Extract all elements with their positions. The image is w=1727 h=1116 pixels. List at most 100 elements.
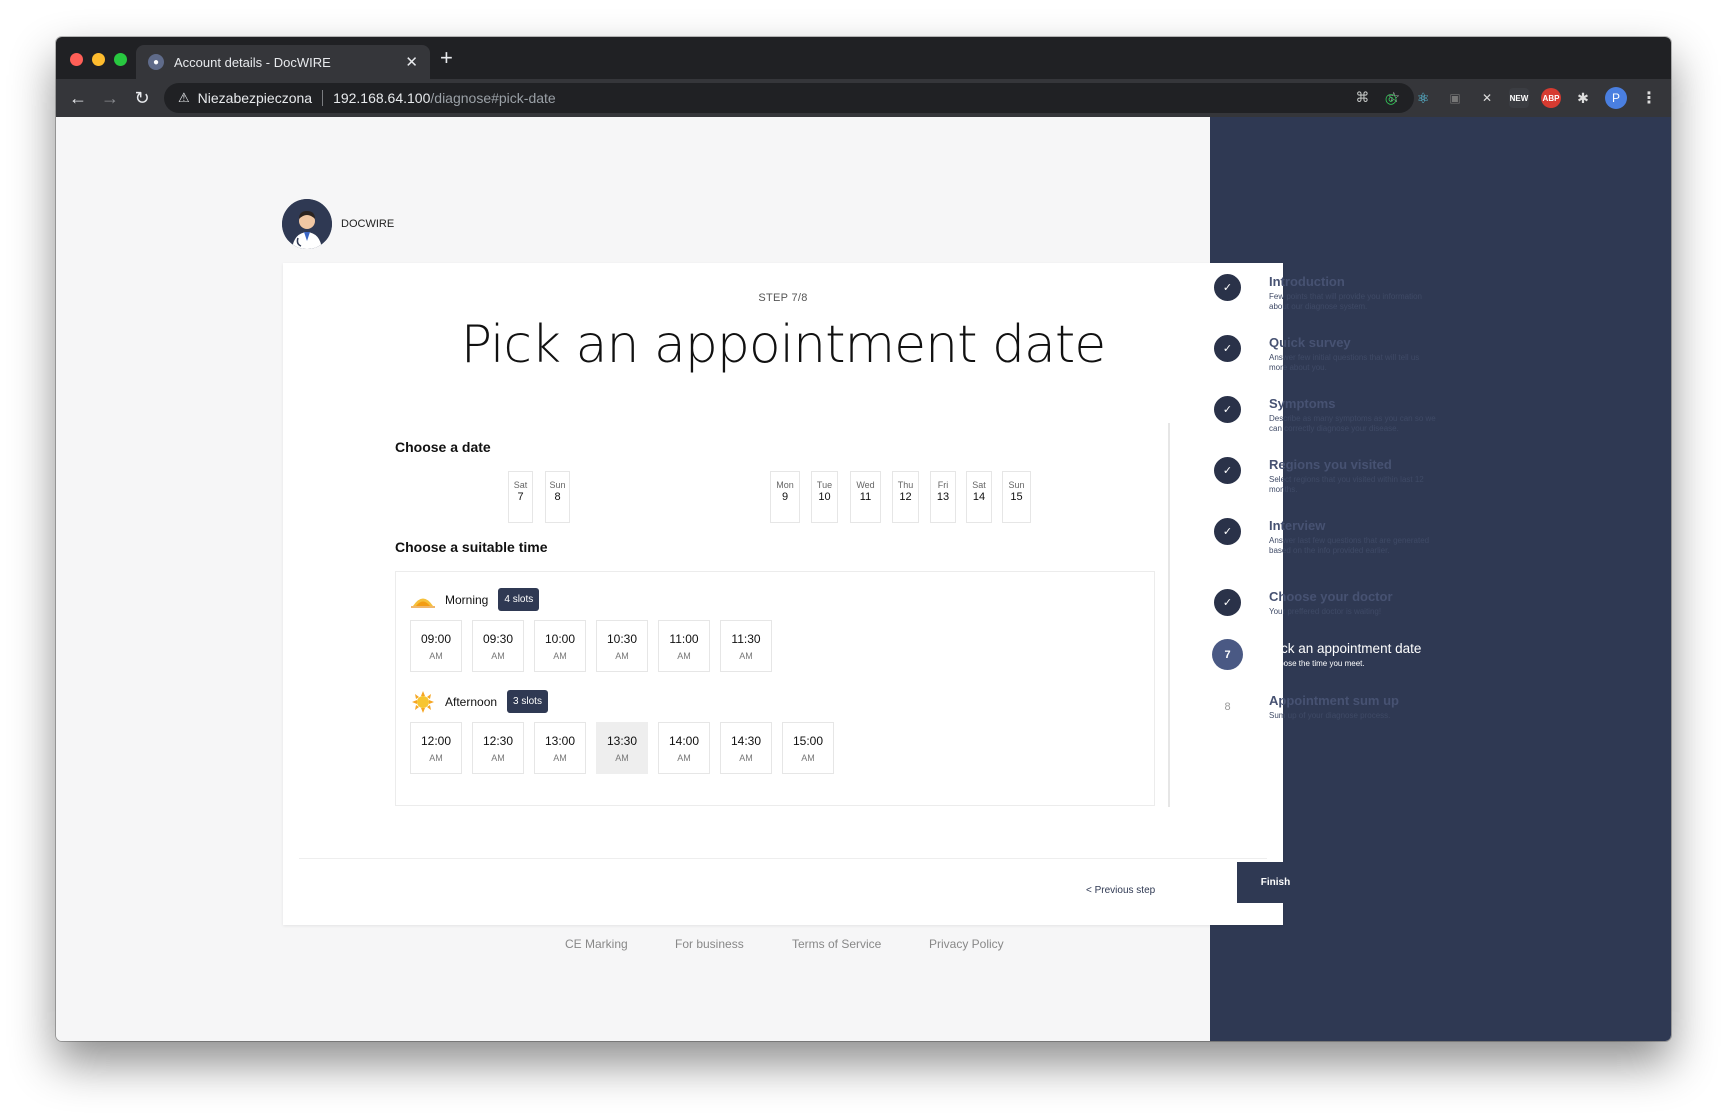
- docwire-favicon-icon: ●: [148, 54, 164, 70]
- date-heading: Choose a date: [395, 439, 491, 455]
- footer-link-terms[interactable]: Terms of Service: [792, 937, 881, 951]
- step-item-regions[interactable]: ✓ Regions you visited Select regions tha…: [1212, 455, 1499, 495]
- morning-group: Morning 4 slots: [410, 588, 540, 611]
- finish-button[interactable]: Finish: [1237, 862, 1314, 903]
- window-controls: [70, 53, 127, 66]
- morning-label: Morning: [445, 592, 489, 607]
- slot-meridiem: AM: [677, 753, 691, 763]
- slot-time: 13:00: [544, 734, 576, 748]
- minimize-window-button[interactable]: [92, 53, 105, 66]
- menu-dots-icon[interactable]: ⋮: [1639, 88, 1659, 108]
- translate-icon[interactable]: ⌘: [1355, 89, 1369, 106]
- time-slot[interactable]: 10:00 AM: [534, 620, 586, 672]
- footer-link-ce-marking[interactable]: CE Marking: [565, 937, 628, 951]
- profile-avatar[interactable]: P: [1605, 87, 1627, 109]
- time-slot[interactable]: 14:00 AM: [658, 722, 710, 774]
- new-extension-icon[interactable]: NEW: [1509, 88, 1529, 108]
- date-option[interactable]: Sun 15: [1002, 471, 1031, 523]
- time-slot[interactable]: 12:00 AM: [410, 722, 462, 774]
- slot-time: 14:30: [730, 734, 762, 748]
- date-day-name: Sat: [972, 480, 986, 490]
- slot-meridiem: AM: [615, 753, 629, 763]
- time-slot[interactable]: 09:00 AM: [410, 620, 462, 672]
- extensions-puzzle-icon[interactable]: ✱: [1573, 88, 1593, 108]
- time-slot[interactable]: 13:00 AM: [534, 722, 586, 774]
- step-description: Describe as many symptoms as you can so …: [1269, 414, 1436, 433]
- time-slot[interactable]: 09:30 AM: [472, 620, 524, 672]
- check-icon: ✓: [1212, 394, 1243, 425]
- step-title: Appointment sum up: [1269, 693, 1399, 708]
- time-slot[interactable]: 11:30 AM: [720, 620, 772, 672]
- time-slot[interactable]: 12:30 AM: [472, 722, 524, 774]
- time-slot[interactable]: 14:30 AM: [720, 722, 772, 774]
- green-circle-extension-icon[interactable]: ◎: [1381, 88, 1401, 108]
- previous-step-link[interactable]: < Previous step: [1086, 885, 1155, 896]
- date-option[interactable]: Thu 12: [892, 471, 919, 523]
- step-item-quick-survey[interactable]: ✓ Quick survey Answer few initial questi…: [1212, 333, 1499, 373]
- security-status[interactable]: Niezabezpieczona: [198, 90, 312, 106]
- date-day-name: Sat: [513, 480, 528, 490]
- tab-close-icon[interactable]: ✕: [405, 53, 418, 71]
- step-description: Select regions that you visited within l…: [1269, 475, 1424, 494]
- browser-tab[interactable]: ● Account details - DocWIRE ✕: [136, 45, 430, 79]
- date-day-number: 14: [972, 491, 986, 503]
- step-number-marker: 8: [1212, 691, 1243, 722]
- slot-time: 09:00: [420, 632, 452, 646]
- x-extension-icon[interactable]: ✕: [1477, 88, 1497, 108]
- address-bar[interactable]: ⚠ Niezabezpieczona 192.168.64.100/diagno…: [164, 83, 1414, 113]
- time-slot[interactable]: 10:30 AM: [596, 620, 648, 672]
- step-description: Few points that will provide you informa…: [1269, 292, 1422, 311]
- slot-meridiem: AM: [429, 651, 443, 661]
- window-extension-icon[interactable]: ▣: [1445, 88, 1465, 108]
- new-tab-button[interactable]: +: [440, 46, 453, 70]
- check-icon: ✓: [1212, 587, 1243, 618]
- time-heading: Choose a suitable time: [395, 539, 548, 555]
- footer-link-for-business[interactable]: For business: [675, 937, 744, 951]
- slot-time: 11:00: [669, 632, 699, 646]
- step-description: Answer last few questions that are gener…: [1269, 536, 1430, 555]
- footer-divider: [299, 858, 1267, 859]
- step-item-symptoms[interactable]: ✓ Symptoms Describe as many symptoms as …: [1212, 394, 1499, 434]
- tab-bar: ● Account details - DocWIRE ✕ +: [56, 37, 1671, 79]
- date-day-number: 12: [899, 491, 912, 503]
- brand[interactable]: DOCWIRE: [282, 199, 394, 249]
- step-item-introduction[interactable]: ✓ Introduction Few points that will prov…: [1212, 272, 1499, 312]
- back-arrow-icon[interactable]: ←: [62, 88, 94, 109]
- slot-meridiem: AM: [739, 753, 753, 763]
- date-option[interactable]: Fri 13: [930, 471, 956, 523]
- reload-icon[interactable]: ↻: [126, 88, 158, 109]
- time-slot[interactable]: 15:00 AM: [782, 722, 834, 774]
- forward-arrow-icon[interactable]: →: [94, 88, 126, 109]
- step-number-marker: 7: [1212, 639, 1243, 670]
- step-item-interview[interactable]: ✓ Interview Answer last few questions th…: [1212, 516, 1499, 556]
- step-item-choose-doctor[interactable]: ✓ Choose your doctor Your preffered doct…: [1212, 587, 1499, 618]
- date-option[interactable]: Wed 11: [850, 471, 881, 523]
- date-option[interactable]: Mon 9: [770, 471, 800, 523]
- step-title: Pick an appointment date: [1269, 641, 1422, 656]
- step-title: Choose your doctor: [1269, 589, 1393, 604]
- step-title: Symptoms: [1269, 396, 1336, 411]
- check-icon: ✓: [1212, 516, 1243, 547]
- slot-time: 14:00: [668, 734, 700, 748]
- address-separator: [322, 90, 324, 106]
- react-devtools-icon[interactable]: ⚛: [1413, 88, 1433, 108]
- close-window-button[interactable]: [70, 53, 83, 66]
- step-title: Introduction: [1269, 274, 1345, 289]
- step-item-pick-date[interactable]: 7 Pick an appointment date Choose the ti…: [1212, 639, 1499, 670]
- date-option[interactable]: Sun 8: [545, 471, 570, 523]
- date-option[interactable]: Sat 7: [508, 471, 533, 523]
- wizard-card: STEP 7/8 Pick an appointment date Choose…: [283, 263, 1314, 925]
- slot-time: 12:00: [420, 734, 452, 748]
- slot-time: 11:30: [731, 632, 761, 646]
- date-option[interactable]: Sat 14: [966, 471, 992, 523]
- warning-icon[interactable]: ⚠: [178, 90, 190, 106]
- adblock-plus-icon[interactable]: ABP: [1541, 88, 1561, 108]
- time-slot-selected[interactable]: 13:30 AM: [596, 722, 648, 774]
- step-item-sum-up[interactable]: 8 Appointment sum up Sum up of your diag…: [1212, 691, 1499, 722]
- date-option[interactable]: Tue 10: [811, 471, 838, 523]
- maximize-window-button[interactable]: [114, 53, 127, 66]
- footer-link-privacy[interactable]: Privacy Policy: [929, 937, 1004, 951]
- brand-name: DOCWIRE: [341, 218, 395, 230]
- time-slot[interactable]: 11:00 AM: [658, 620, 710, 672]
- date-day-number: 15: [1010, 491, 1023, 503]
